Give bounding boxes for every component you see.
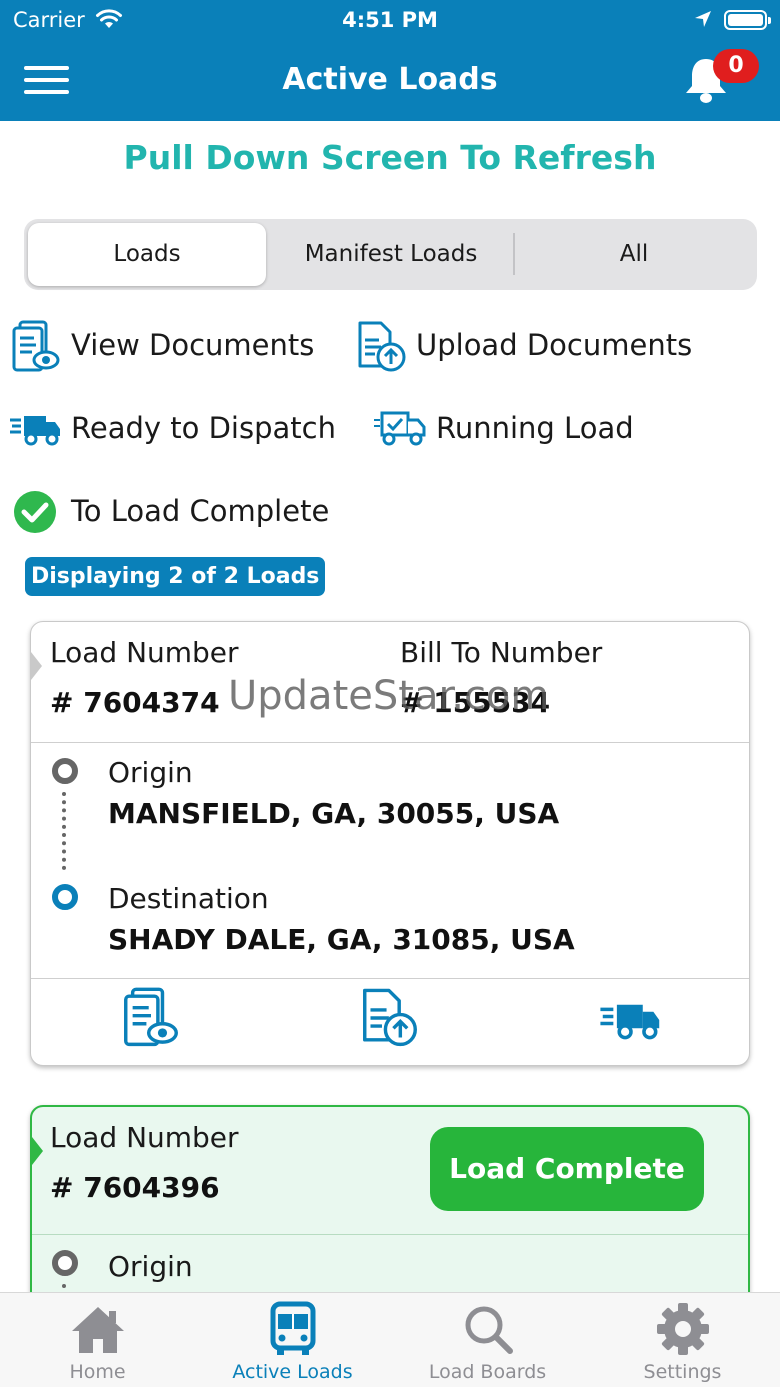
legend-to-load-complete: To Load Complete [71,494,330,528]
gear-icon [655,1301,711,1357]
top-bar: Carrier 4:51 PM Active Loads 0 [0,0,780,121]
route-line [62,792,66,870]
origin-pin-icon [52,1250,78,1276]
load-card[interactable]: Load Number # 7604374 Bill To Number # 1… [30,621,750,1066]
tab-label: Settings [643,1361,722,1383]
tab-home[interactable]: Home [0,1293,195,1387]
segment-loads[interactable]: Loads [28,223,266,286]
view-documents-icon [12,320,60,378]
upload-documents-icon[interactable] [361,987,419,1053]
search-icon [460,1301,516,1357]
load-number-label: Load Number [50,636,239,669]
destination-pin-icon [52,884,78,910]
clock: 4:51 PM [342,8,438,32]
segment-all[interactable]: All [515,223,753,286]
legend-running-load: Running Load [436,411,634,445]
load-number: # 7604396 [50,1171,220,1204]
tab-bar: Home Active Loads Load Boards Settings [0,1292,780,1387]
load-type-segmented-control: Loads Manifest Loads All [24,219,757,290]
origin-pin-icon [52,758,78,784]
tab-label: Home [69,1361,126,1383]
bill-to-label: Bill To Number [400,636,603,669]
destination-label: Destination [108,882,269,915]
tab-active-loads[interactable]: Active Loads [195,1293,390,1387]
home-icon [70,1301,126,1357]
tab-settings[interactable]: Settings [585,1293,780,1387]
tab-label: Load Boards [428,1361,547,1383]
upload-documents-icon [357,320,407,378]
bill-to-number: # 155534 [400,686,551,719]
dispatch-truck-icon [10,412,62,450]
divider [32,1234,748,1235]
notification-badge[interactable]: 0 [713,49,759,83]
status-bar: Carrier 4:51 PM [0,0,780,40]
card-notch [31,652,42,680]
legend-ready-to-dispatch: Ready to Dispatch [71,411,336,445]
divider [31,978,749,979]
load-complete-button[interactable]: Load Complete [430,1127,704,1211]
legend-view-documents: View Documents [71,328,315,362]
tab-load-boards[interactable]: Load Boards [390,1293,585,1387]
destination-value: SHADY DALE, GA, 31085, USA [108,923,575,956]
dispatch-truck-icon[interactable] [600,1000,662,1044]
page-title: Active Loads [282,62,498,97]
load-number: # 7604374 [50,686,220,719]
origin-label: Origin [108,1250,193,1283]
card-notch [32,1137,43,1165]
battery-icon [724,10,771,30]
origin-value: MANSFIELD, GA, 30055, USA [108,797,560,830]
bus-icon [265,1301,321,1357]
divider [31,742,749,743]
segment-manifest-loads[interactable]: Manifest Loads [269,223,513,286]
view-documents-icon[interactable] [123,987,179,1053]
check-circle-icon [13,490,57,538]
load-count-badge: Displaying 2 of 2 Loads [25,557,326,596]
load-number-label: Load Number [50,1121,239,1154]
origin-label: Origin [108,756,193,789]
tab-label: Active Loads [232,1361,353,1383]
location-arrow-icon [693,9,713,34]
refresh-hint: Pull Down Screen To Refresh [123,138,657,177]
legend-upload-documents: Upload Documents [416,328,693,362]
running-truck-icon [374,410,428,450]
